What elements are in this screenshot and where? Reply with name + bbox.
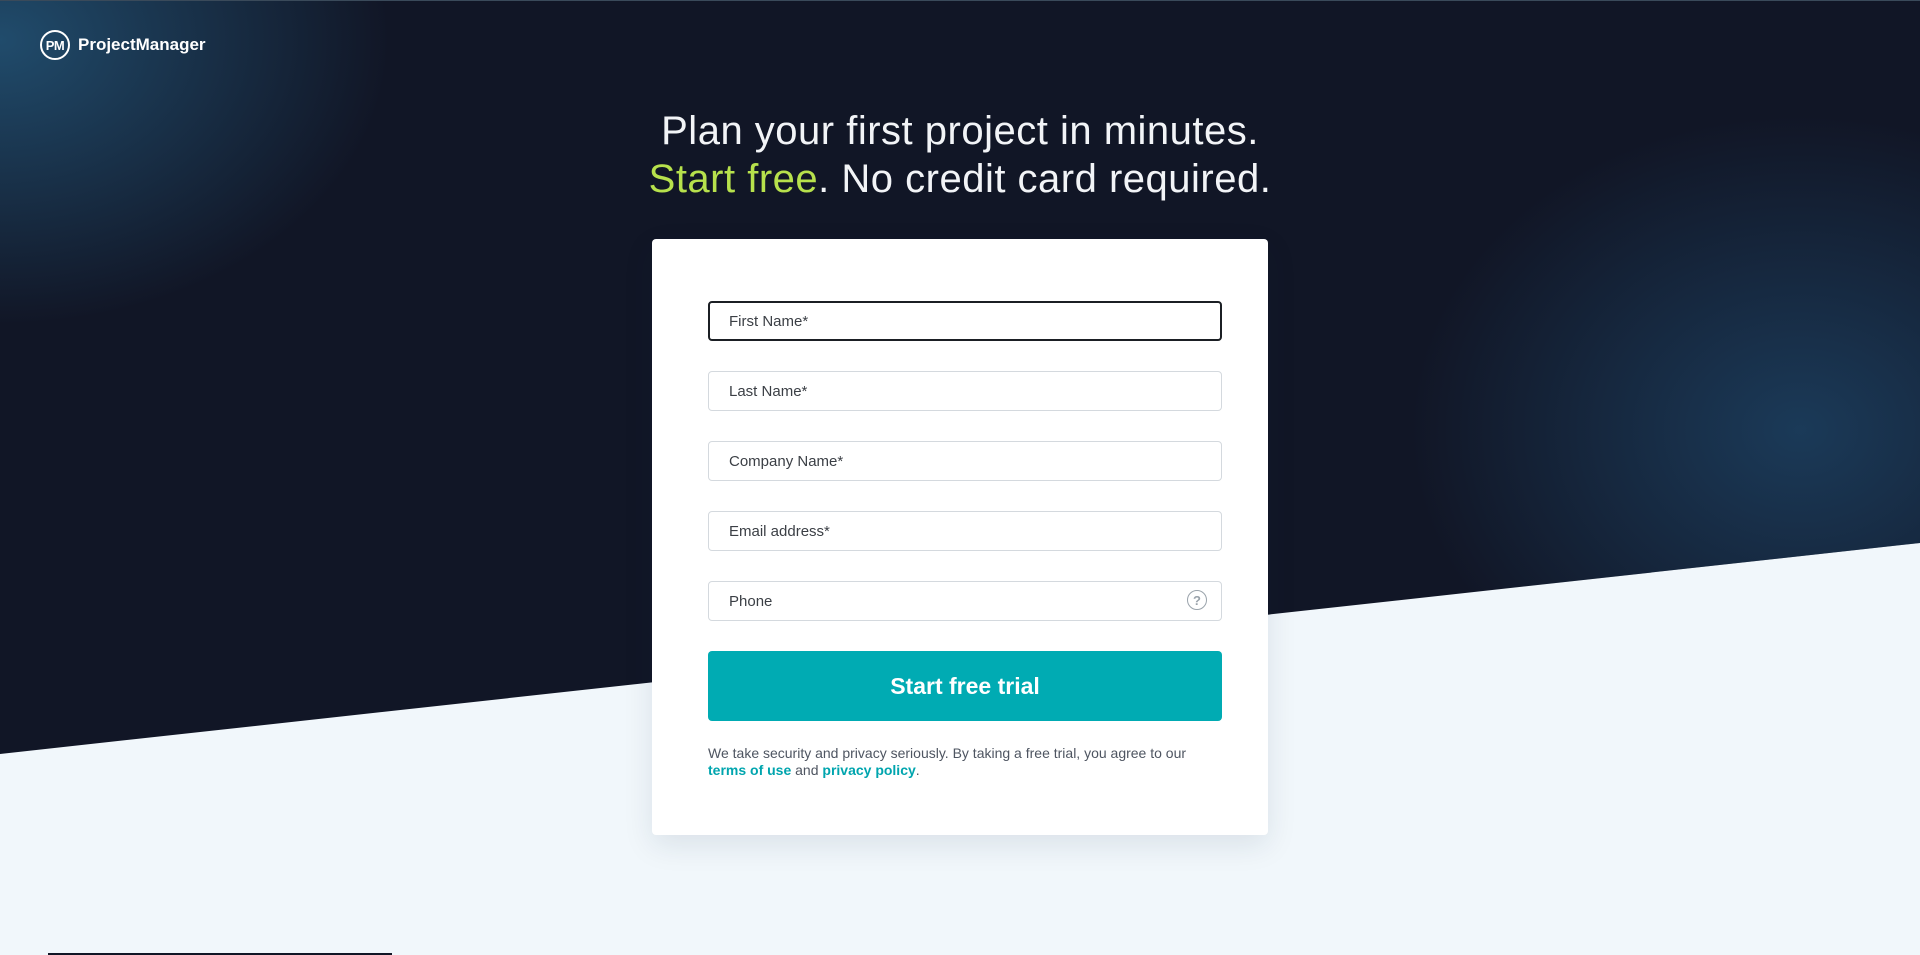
legal-notice: We take security and privacy seriously. … [708, 745, 1228, 779]
top-border [0, 0, 1920, 1]
privacy-policy-link[interactable]: privacy policy [822, 762, 915, 778]
legal-period: . [915, 762, 920, 778]
headline-accent: Start free [648, 157, 819, 201]
start-free-trial-button[interactable]: Start free trial [708, 651, 1222, 721]
email-input[interactable] [708, 511, 1222, 551]
page-headline: Plan your first project in minutes. Star… [0, 107, 1920, 203]
company-name-input[interactable] [708, 441, 1222, 481]
first-name-input[interactable] [708, 301, 1222, 341]
legal-and-text: and [791, 762, 823, 778]
headline-line2: . No credit card required. [818, 157, 1272, 201]
brand-name: ProjectManager [78, 35, 206, 54]
terms-of-use-link[interactable]: terms of use [708, 762, 791, 778]
brand-logo[interactable]: PM ProjectManager [40, 30, 206, 60]
signup-card: ? Start free trial We take security and … [652, 239, 1268, 835]
phone-input[interactable] [708, 581, 1222, 621]
legal-text: We take security and privacy seriously. … [708, 745, 1187, 761]
headline-line1: Plan your first project in minutes. [661, 109, 1259, 153]
last-name-input[interactable] [708, 371, 1222, 411]
pm-logo-icon: PM [40, 30, 70, 60]
help-icon[interactable]: ? [1187, 590, 1207, 610]
